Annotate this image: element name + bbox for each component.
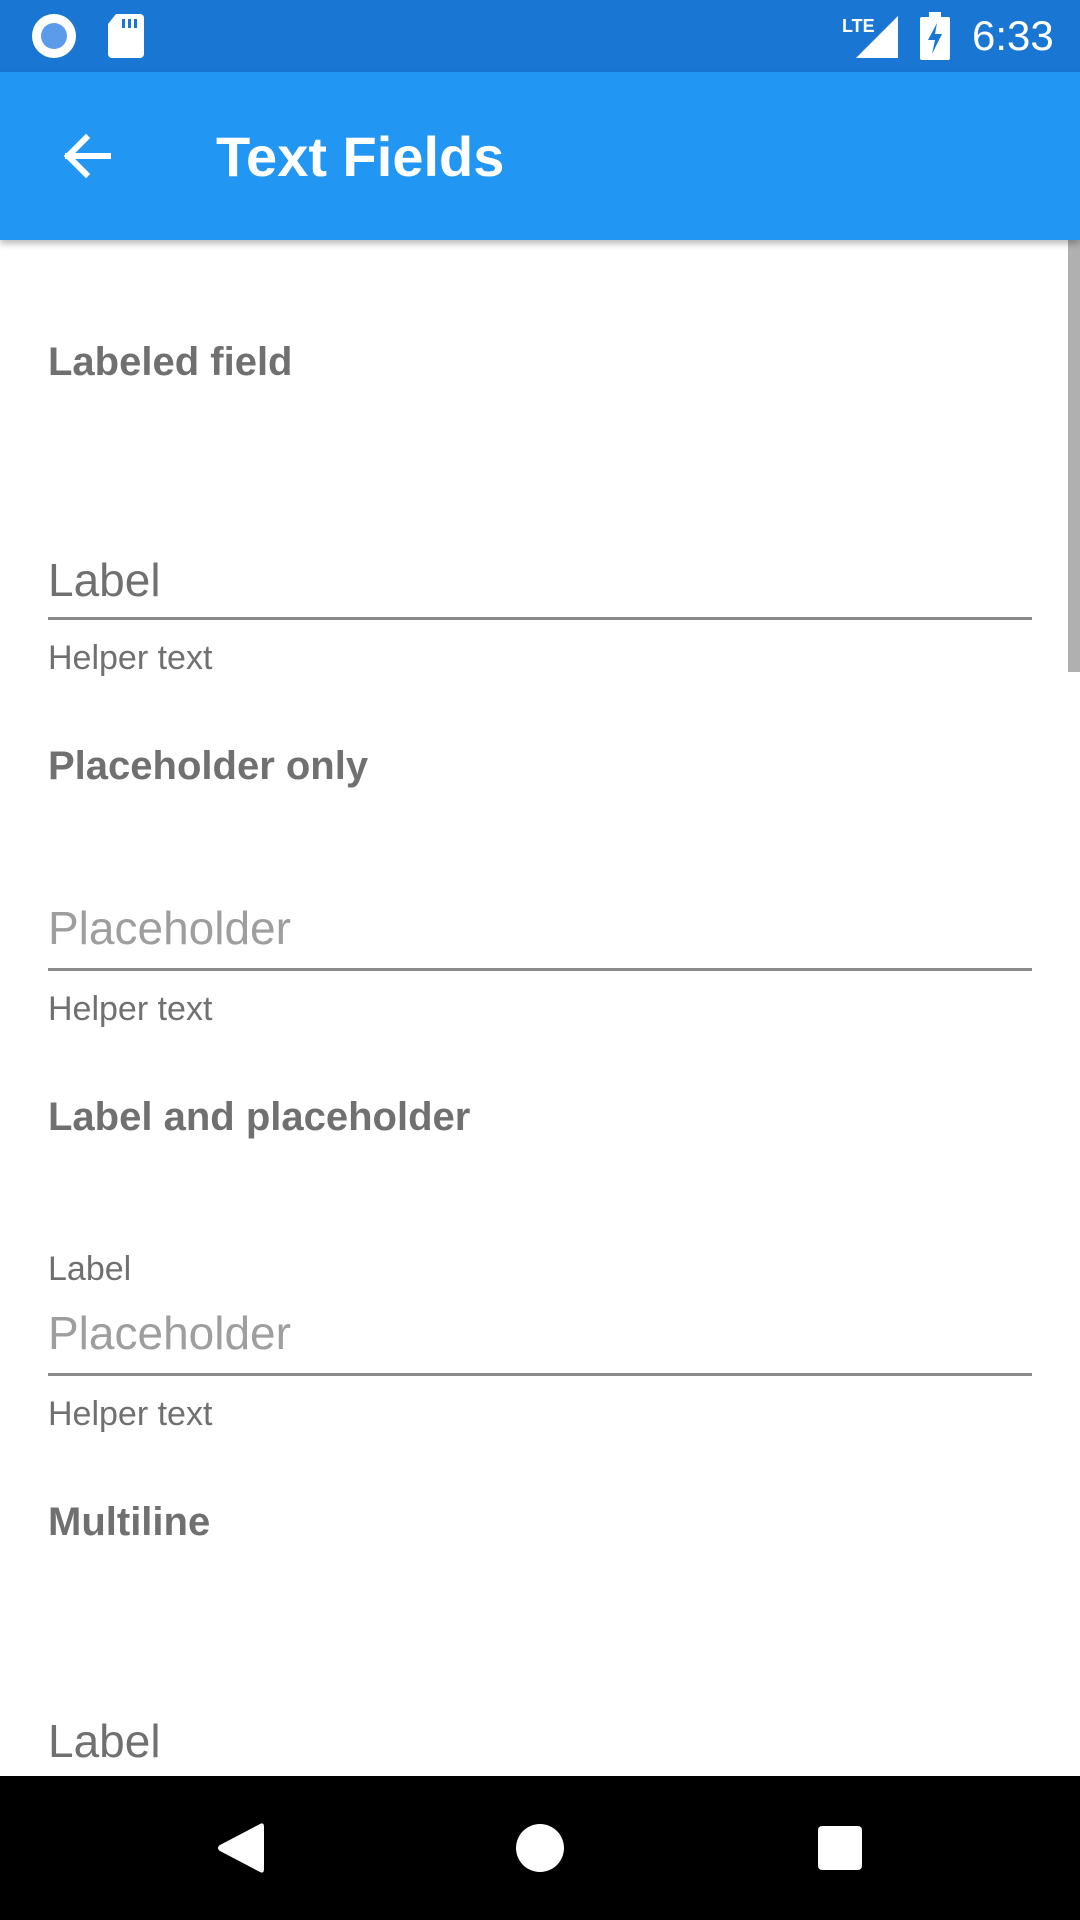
section-title-labeled-field: Labeled field	[48, 340, 293, 384]
page-title: Text Fields	[216, 125, 505, 188]
field-placeholder: Placeholder	[48, 1307, 291, 1359]
field-floating-label: Label	[48, 1250, 132, 1288]
sd-card-icon	[108, 14, 144, 58]
battery-charging-icon	[920, 12, 950, 60]
app-bar: Text Fields	[0, 72, 1080, 240]
field-underline	[48, 617, 1032, 620]
scrollbar[interactable]	[1068, 240, 1080, 672]
field-placeholder: Placeholder	[48, 902, 291, 954]
home-circle-icon[interactable]	[516, 1824, 564, 1872]
section-title-placeholder-only: Placeholder only	[48, 744, 369, 788]
field-label: Label	[48, 554, 161, 606]
section-title-multiline: Multiline	[48, 1500, 211, 1544]
field-underline	[48, 968, 1032, 971]
section-title-label-and-placeholder: Label and placeholder	[48, 1095, 471, 1139]
status-bar: LTE 6:33	[0, 0, 1080, 72]
helper-text: Helper text	[48, 990, 213, 1028]
text-fields-list[interactable]: Labeled field Label Helper text Placehol…	[0, 240, 1080, 1776]
helper-text: Helper text	[48, 1395, 213, 1433]
field-label: Label	[48, 1715, 161, 1767]
notification-circle-icon	[32, 14, 76, 58]
helper-text: Helper text	[48, 639, 213, 677]
recents-square-icon[interactable]	[818, 1826, 862, 1870]
back-button[interactable]	[44, 114, 128, 198]
svg-text:LTE: LTE	[842, 16, 875, 36]
lte-signal-icon: LTE	[842, 16, 898, 58]
field-underline	[48, 1373, 1032, 1376]
status-time: 6:33	[972, 12, 1054, 59]
arrow-back-icon	[63, 133, 111, 179]
system-nav-bar	[0, 1776, 1080, 1920]
back-triangle-icon[interactable]	[214, 1820, 264, 1876]
